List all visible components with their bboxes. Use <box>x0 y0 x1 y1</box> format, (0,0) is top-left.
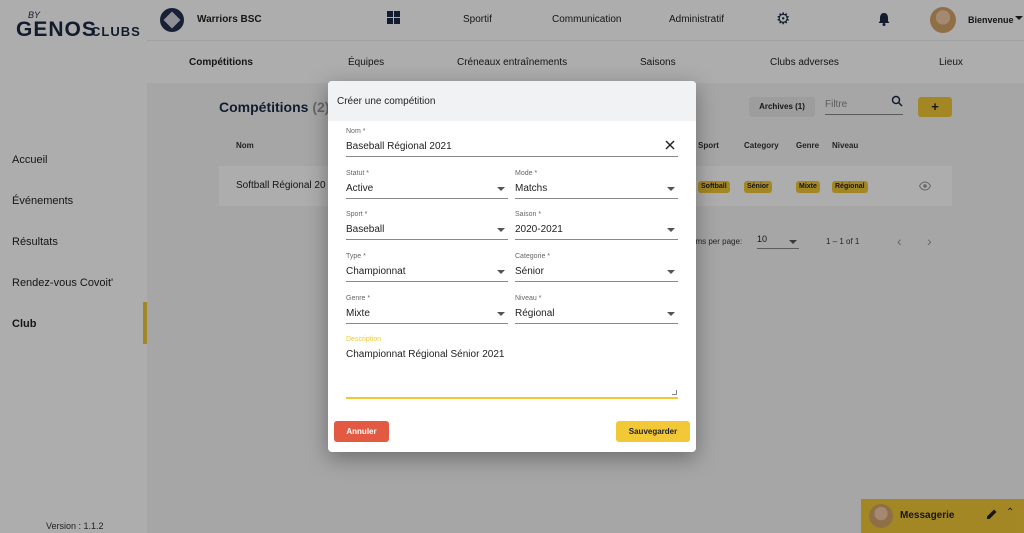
mode-label: Mode * <box>515 170 538 177</box>
chevron-down-icon <box>497 187 505 191</box>
description-label: Description <box>346 336 382 343</box>
chevron-down-icon <box>497 228 505 232</box>
sport-select[interactable]: Sport * Baseball <box>346 211 508 240</box>
categorie-label: Categorie * <box>515 253 551 260</box>
chevron-down-icon <box>667 228 675 232</box>
chevron-down-icon <box>497 270 505 274</box>
categorie-select[interactable]: Categorie * Sénior <box>515 253 678 282</box>
statut-select[interactable]: Statut * Active <box>346 170 508 199</box>
saison-select[interactable]: Saison * 2020-2021 <box>515 211 678 240</box>
categorie-value: Sénior <box>515 266 544 277</box>
saison-value: 2020-2021 <box>515 224 563 235</box>
niveau-label: Niveau * <box>515 295 542 302</box>
dialog-title: Créer une compétition <box>337 96 436 107</box>
statut-label: Statut * <box>346 170 369 177</box>
statut-value: Active <box>346 183 374 194</box>
mode-select[interactable]: Mode * Matchs <box>515 170 678 199</box>
nom-value: Baseball Régional 2021 <box>346 141 452 152</box>
resize-handle-icon[interactable] <box>672 390 677 395</box>
chevron-down-icon <box>497 312 505 316</box>
create-competition-dialog: Créer une compétition Nom * Baseball Rég… <box>328 81 696 452</box>
mode-value: Matchs <box>515 183 548 194</box>
genre-select[interactable]: Genre * Mixte <box>346 295 508 324</box>
dialog-header: Créer une compétition <box>328 81 696 121</box>
chevron-down-icon <box>667 312 675 316</box>
sport-value: Baseball <box>346 224 385 235</box>
genre-value: Mixte <box>346 308 370 319</box>
niveau-value: Régional <box>515 308 555 319</box>
type-value: Championnat <box>346 266 406 277</box>
chevron-down-icon <box>667 270 675 274</box>
type-select[interactable]: Type * Championnat <box>346 253 508 282</box>
cancel-button[interactable]: Annuler <box>334 421 389 442</box>
chevron-down-icon <box>667 187 675 191</box>
nom-field[interactable]: Nom * Baseball Régional 2021 <box>346 128 678 157</box>
saison-label: Saison * <box>515 211 542 218</box>
nom-label: Nom * <box>346 128 366 135</box>
description-textarea[interactable]: Description Championnat Régional Sénior … <box>346 336 678 399</box>
genre-label: Genre * <box>346 295 371 302</box>
save-button[interactable]: Sauvegarder <box>616 421 690 442</box>
sport-label: Sport * <box>346 211 368 218</box>
niveau-select[interactable]: Niveau * Régional <box>515 295 678 324</box>
type-label: Type * <box>346 253 366 260</box>
description-value: Championnat Régional Sénior 2021 <box>346 349 505 360</box>
close-icon[interactable] <box>665 140 675 150</box>
